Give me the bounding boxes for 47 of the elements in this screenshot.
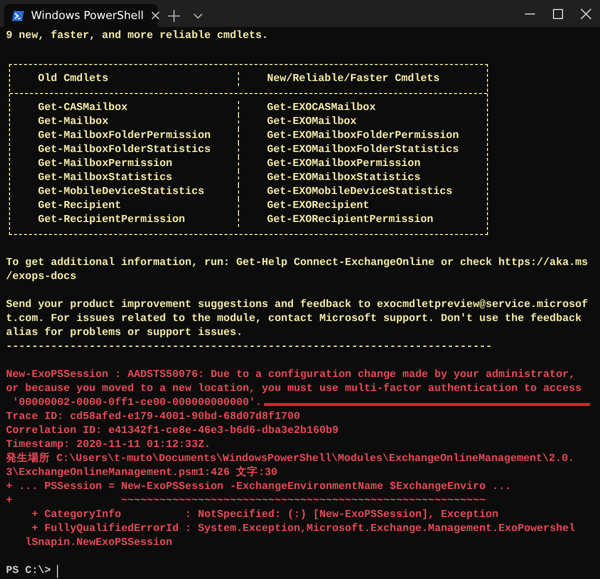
table-cell: Get-MailboxFolderPermission <box>10 129 239 143</box>
prompt-text: PS C:\> <box>6 564 51 578</box>
error-line: lSnapin.NewExoPSSession <box>24 536 172 550</box>
output-line: alias for problems or support issues. <box>6 326 243 340</box>
table-cell-text: Get-EXOMailboxFolderStatistics <box>266 143 460 157</box>
table-cell: Get-CASMailbox <box>10 101 239 115</box>
error-line: + CategoryInfo : NotSpecified: (:) [New-ExoPSSession], Exception <box>30 508 498 522</box>
output-line: ---------------------------------------------------------------------------- <box>6 340 492 354</box>
close-window-icon[interactable] <box>580 8 592 20</box>
error-line: Trace ID: cd58afed-e179-4001-90bd-68d07d8f1700 <box>6 410 300 424</box>
table-cell: Get-Recipient <box>10 199 239 213</box>
text-cursor <box>56 564 58 578</box>
error-line: 3\ExchangeOnlineManagement.psm1:426 文字:30 <box>6 466 278 480</box>
error-line: '00000002-0000-0ff1-ce00-000000000000'. <box>11 396 262 410</box>
table-cell-text: Get-EXOCASMailbox <box>266 101 377 115</box>
column-header: New/Reliable/Faster Cmdlets <box>266 72 441 86</box>
table-cell: Get-Mailbox <box>10 115 239 129</box>
output-line: To get additional information, run: Get-Help Connect-ExchangeOnline or check https://aka.ms <box>6 256 588 270</box>
table-cell: Get-MailboxStatistics <box>10 171 239 185</box>
table-cell-text: Get-EXOMailboxPermission <box>266 157 422 171</box>
table-cell-text: Get-EXORecipient <box>266 199 370 213</box>
output-line: t.com. For issues related to the module, contact Microsoft support. Don't use the feedback <box>6 312 582 326</box>
error-line: + ... PSSession = New-ExoPSSession -ExchangeEnvironmentName $ExchangeEnviro ... <box>6 480 512 494</box>
output-line: /exops-docs <box>6 270 76 284</box>
error-line: New-ExoPSSession : AADSTS50076: Due to a configuration change made by your administrator, <box>6 368 576 382</box>
maximize-icon[interactable] <box>552 8 564 20</box>
error-line: or because you moved to a new location, you must use multi-factor authentication to access <box>6 382 582 396</box>
table-cell-text: Get-EXOMailboxStatistics <box>266 171 422 185</box>
powershell-icon <box>12 10 24 20</box>
table-cell: Get-RecipientPermission <box>10 213 239 227</box>
output-line: Send your product improvement suggestions and feedback to exocmdletpreview@service.microsof <box>6 298 588 312</box>
error-line: Correlation ID: e41342f1-ce8e-46e3-b6d6-dba3e2b160b9 <box>6 424 339 438</box>
error-line: Timestamp: 2020-11-11 01:12:33Z. <box>6 438 211 452</box>
terminal-tab[interactable]: Windows PowerShell <box>4 4 158 27</box>
output-line: 9 new, faster, and more reliable cmdlets. <box>6 29 268 43</box>
table-cell-text: Get-EXOMobileDeviceStatistics <box>266 185 454 199</box>
table-cell-text: Get-EXOMailbox <box>266 115 358 129</box>
table-cell: Get-MobileDeviceStatistics <box>10 185 239 199</box>
column-header: Old Cmdlets <box>10 72 239 86</box>
close-icon[interactable] <box>150 11 160 20</box>
error-line: + FullyQualifiedErrorId : System.Exception,Microsoft.Exchange.Management.ExoPowershel <box>30 522 576 536</box>
table-cell: Get-MailboxFolderStatistics <box>10 143 239 157</box>
error-line: 発生場所 C:\Users\t-muto\Documents\WindowsPowerShell\Modules\ExchangeOnlineManagement\2.0. <box>6 452 574 466</box>
table-cell-text: Get-EXORecipientPermission <box>266 213 434 227</box>
table-cell-text: Get-EXOMailboxFolderPermission <box>266 129 460 143</box>
table-cell: Get-MailboxPermission <box>10 157 239 171</box>
error-line: + ~~~~~~~~~~~~~~~~~~~~~~~~~~~~~~~~~~~~~~~~~~~~~~~~~~~~~~~~~ <box>6 494 486 508</box>
